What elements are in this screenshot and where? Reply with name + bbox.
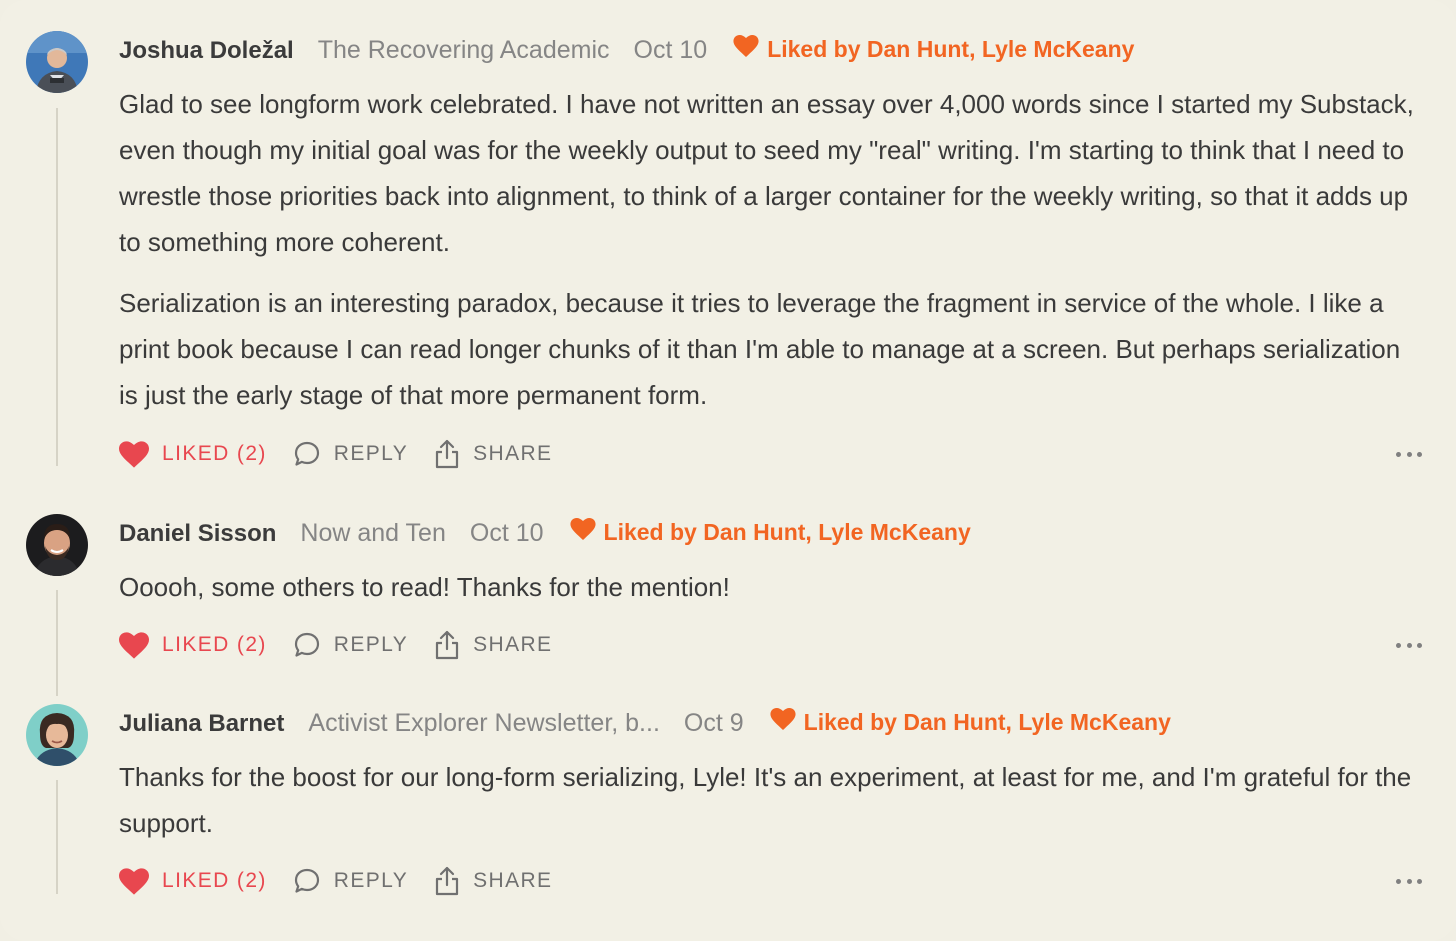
- more-options-icon[interactable]: [1396, 450, 1422, 458]
- heart-icon: [569, 517, 596, 540]
- comment-paragraph: Serialization is an interesting paradox,…: [119, 288, 1401, 410]
- comment-header: Daniel Sisson Now and Ten Oct 10 Liked b…: [119, 516, 971, 550]
- like-button[interactable]: LIKED (2): [119, 631, 267, 659]
- thread-line: [56, 108, 58, 466]
- liked-by: Liked by Dan Hunt, Lyle McKeany: [770, 707, 1171, 736]
- comment-date[interactable]: Oct 10: [470, 519, 544, 548]
- avatar[interactable]: [26, 31, 88, 93]
- share-label: SHARE: [473, 869, 553, 892]
- like-label: LIKED (2): [162, 633, 267, 656]
- heart-icon: [119, 631, 149, 659]
- liked-by-text: Liked by Dan Hunt, Lyle McKeany: [767, 36, 1135, 62]
- publication-name[interactable]: Now and Ten: [300, 519, 445, 548]
- comment-actions: LIKED (2) REPLY SHARE: [119, 630, 578, 660]
- liked-by: Liked by Dan Hunt, Lyle McKeany: [569, 517, 971, 546]
- heart-icon: [733, 34, 759, 57]
- comment-paragraph: Glad to see longform work celebrated. I …: [119, 89, 1414, 257]
- share-button[interactable]: SHARE: [434, 866, 552, 896]
- share-icon: [436, 866, 459, 896]
- thread-line: [56, 780, 58, 894]
- publication-name[interactable]: The Recovering Academic: [318, 36, 610, 65]
- share-button[interactable]: SHARE: [434, 630, 552, 660]
- heart-icon: [770, 707, 796, 730]
- comment-body: Thanks for the boost for our long-form s…: [119, 754, 1419, 861]
- like-button[interactable]: LIKED (2): [119, 440, 267, 468]
- comment-date[interactable]: Oct 10: [634, 36, 708, 65]
- comment-paragraph: Thanks for the boost for our long-form s…: [119, 762, 1412, 838]
- comment-actions: LIKED (2) REPLY SHARE: [119, 866, 578, 896]
- reply-button[interactable]: REPLY: [293, 867, 408, 895]
- speech-bubble-icon: [294, 632, 319, 657]
- comment-header: Juliana Barnet Activist Explorer Newslet…: [119, 706, 1171, 740]
- comment-header: Joshua Doležal The Recovering Academic O…: [119, 33, 1134, 67]
- reply-label: REPLY: [333, 633, 409, 656]
- reply-label: REPLY: [333, 442, 409, 465]
- avatar[interactable]: [26, 514, 88, 576]
- liked-by-text: Liked by Dan Hunt, Lyle McKeany: [603, 519, 971, 545]
- share-icon: [436, 439, 459, 469]
- avatar[interactable]: [26, 704, 88, 766]
- publication-name[interactable]: Activist Explorer Newsletter, b...: [308, 709, 660, 738]
- comment-body: Ooooh, some others to read! Thanks for t…: [119, 564, 1419, 625]
- comments-panel: Joshua Doležal The Recovering Academic O…: [0, 0, 1456, 941]
- liked-by-text: Liked by Dan Hunt, Lyle McKeany: [803, 709, 1171, 735]
- share-label: SHARE: [473, 442, 553, 465]
- comment-paragraph: Ooooh, some others to read! Thanks for t…: [119, 572, 730, 602]
- author-name[interactable]: Daniel Sisson: [119, 520, 276, 548]
- speech-bubble-icon: [294, 441, 319, 466]
- reply-button[interactable]: REPLY: [293, 440, 408, 468]
- comment-date[interactable]: Oct 9: [684, 709, 744, 738]
- more-options-icon[interactable]: [1396, 641, 1422, 649]
- like-label: LIKED (2): [162, 869, 267, 892]
- heart-icon: [119, 440, 149, 468]
- share-label: SHARE: [473, 633, 553, 656]
- comment-body: Glad to see longform work celebrated. I …: [119, 81, 1419, 433]
- like-button[interactable]: LIKED (2): [119, 867, 267, 895]
- speech-bubble-icon: [294, 868, 319, 893]
- liked-by: Liked by Dan Hunt, Lyle McKeany: [733, 34, 1135, 63]
- more-options-icon[interactable]: [1396, 877, 1422, 885]
- author-name[interactable]: Joshua Doležal: [119, 37, 294, 65]
- reply-label: REPLY: [333, 869, 409, 892]
- like-label: LIKED (2): [162, 442, 267, 465]
- share-icon: [436, 630, 459, 660]
- share-button[interactable]: SHARE: [434, 439, 552, 469]
- heart-icon: [119, 867, 149, 895]
- comment-actions: LIKED (2) REPLY SHARE: [119, 439, 578, 469]
- thread-line: [56, 590, 58, 696]
- reply-button[interactable]: REPLY: [293, 631, 408, 659]
- author-name[interactable]: Juliana Barnet: [119, 710, 284, 738]
